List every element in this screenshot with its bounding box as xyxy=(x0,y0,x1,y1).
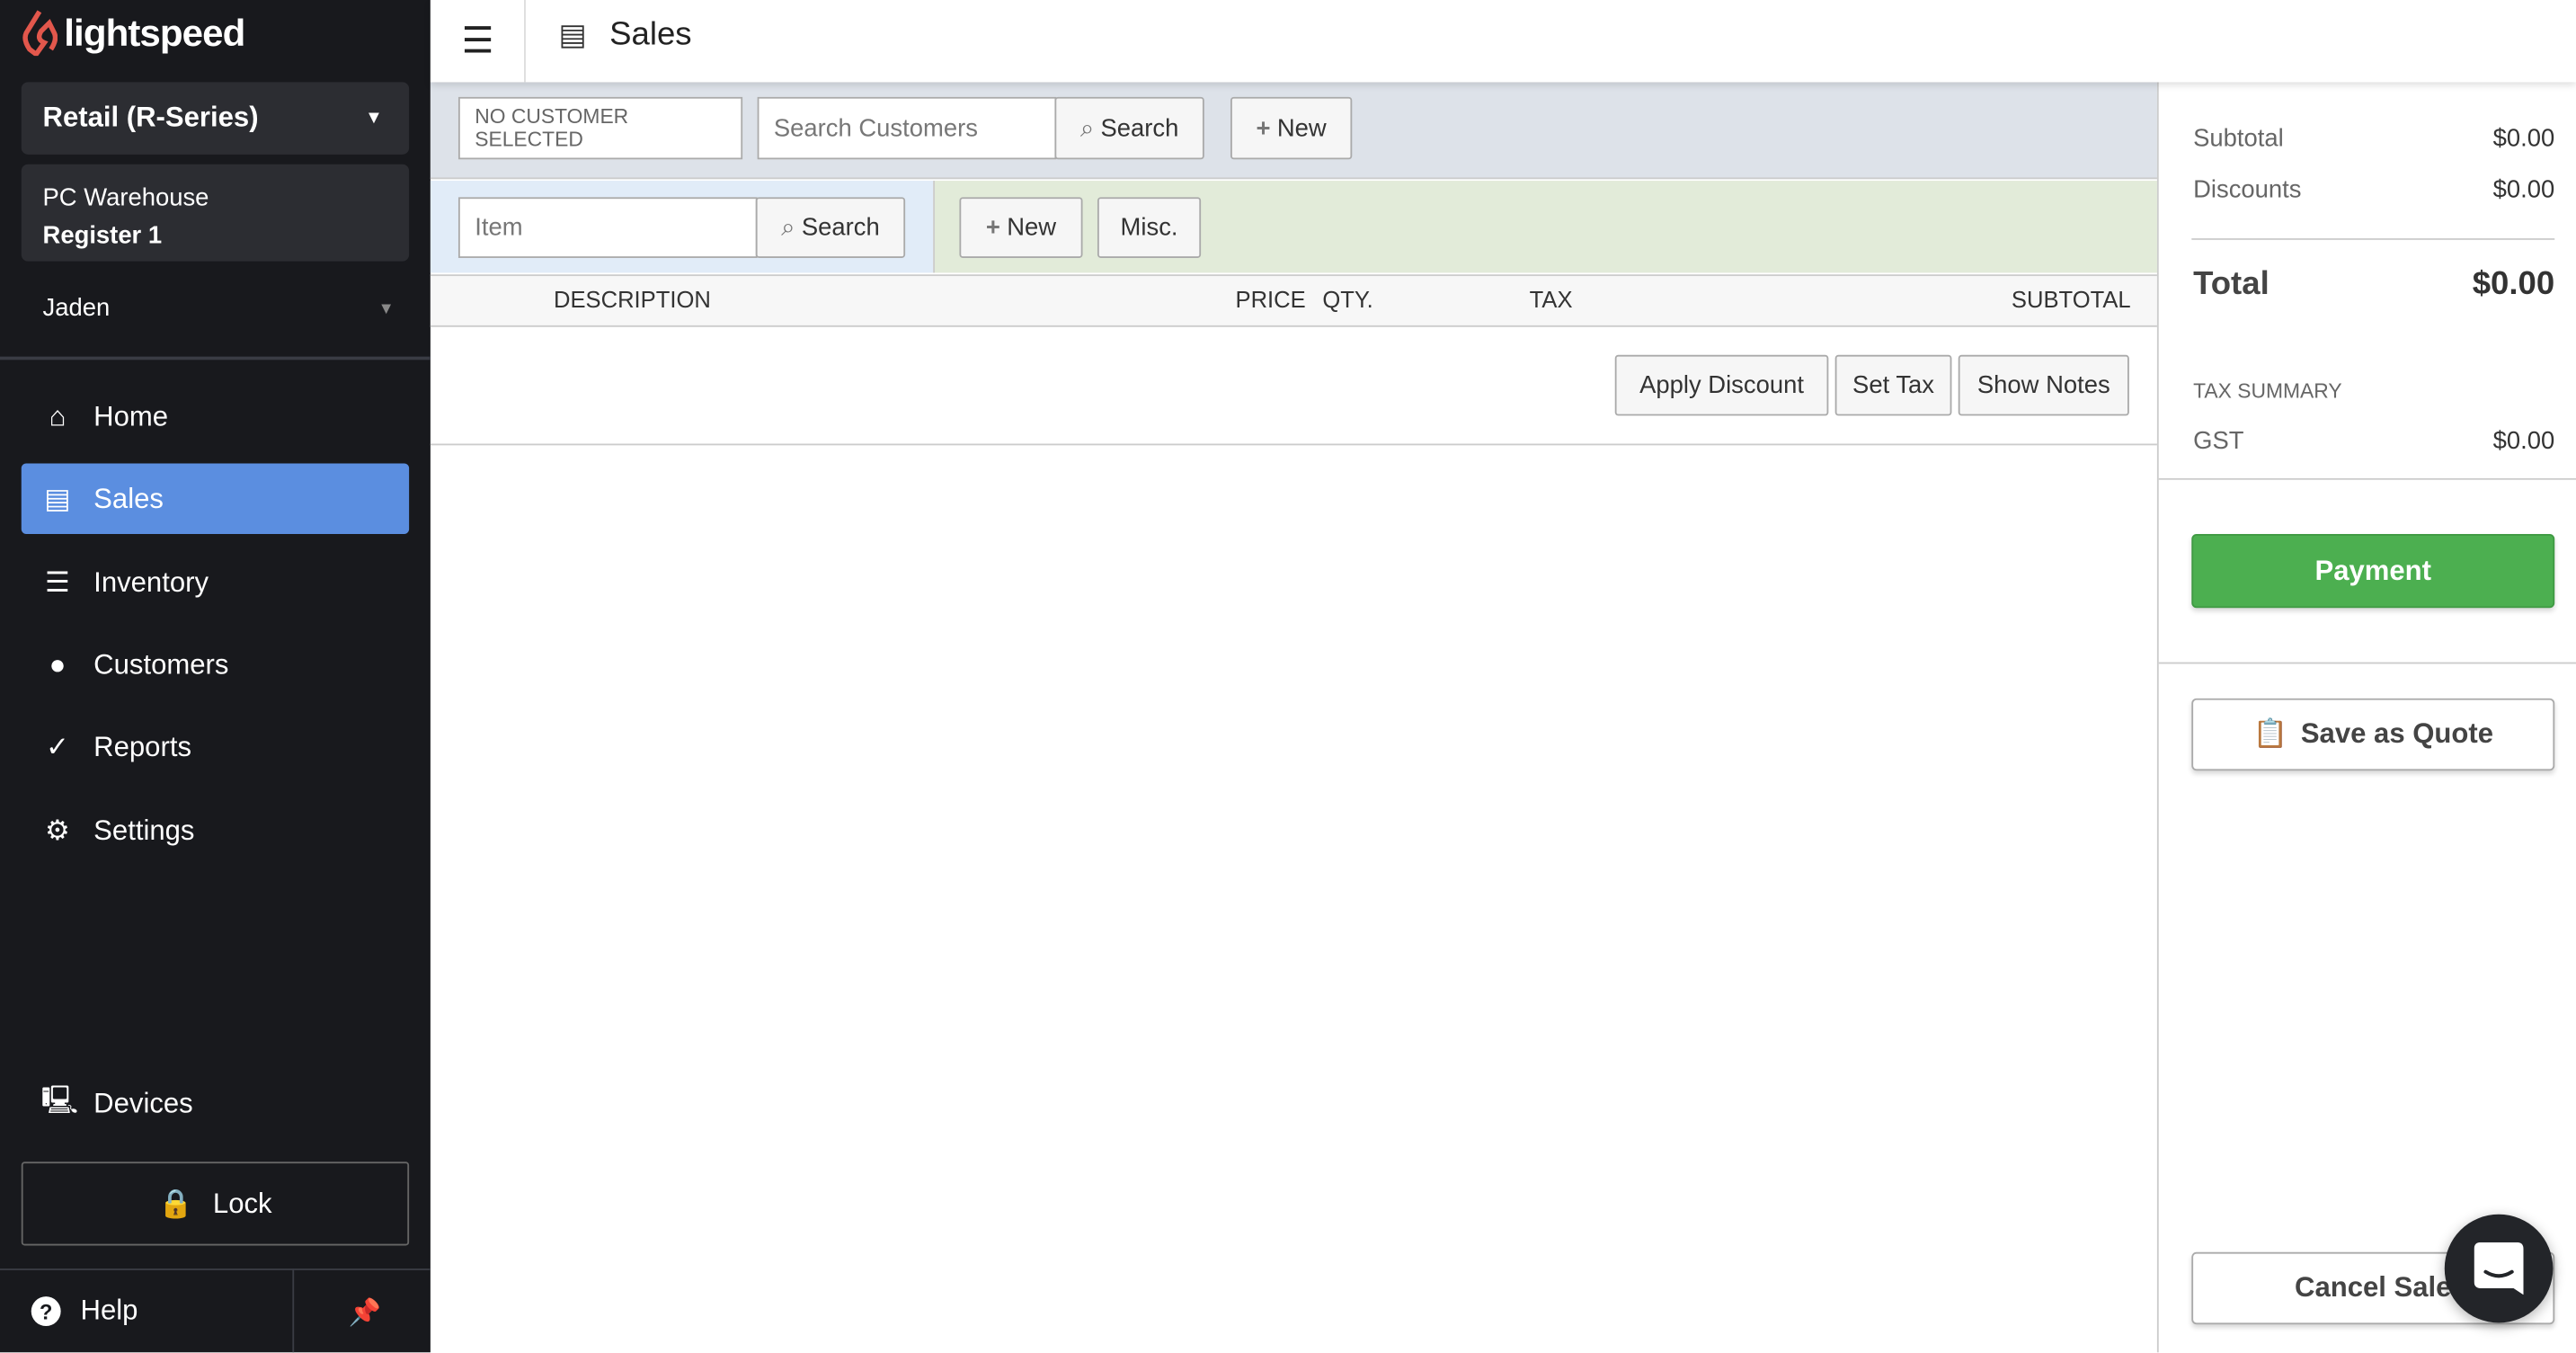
divider xyxy=(2158,477,2576,480)
new-customer-button[interactable]: + New xyxy=(1230,96,1353,160)
location-label: PC Warehouse xyxy=(42,183,209,212)
total-row: Total $0.00 xyxy=(2193,266,2554,304)
divider xyxy=(2158,662,2576,664)
sidebar-item-home[interactable]: ⌂ Home xyxy=(22,381,409,452)
set-tax-button[interactable]: Set Tax xyxy=(1834,354,1952,416)
devices-icon: 🖳 xyxy=(40,1084,79,1117)
chat-launcher-button[interactable] xyxy=(2444,1214,2554,1323)
page-title: Sales xyxy=(609,16,692,53)
chart-icon: ✓ xyxy=(45,730,69,762)
user-icon: ● xyxy=(49,648,67,680)
sidebar-item-label: Customers xyxy=(93,648,229,680)
flame-icon xyxy=(22,10,58,57)
gst-value: $0.00 xyxy=(2492,427,2555,456)
sidebar-item-inventory[interactable]: ☰ Inventory xyxy=(22,547,409,619)
sidebar-item-sales[interactable]: ▤ Sales xyxy=(21,463,410,535)
help-button[interactable]: ? Help xyxy=(31,1295,138,1328)
subtotal-value: $0.00 xyxy=(2492,124,2555,153)
gst-label: GST xyxy=(2193,427,2244,456)
total-value: $0.00 xyxy=(2472,266,2555,303)
register-label: Register 1 xyxy=(42,221,163,250)
item-search-input[interactable]: Item xyxy=(457,197,758,258)
column-subtotal: SUBTOTAL xyxy=(2011,286,2131,313)
sidebar-item-settings[interactable]: ⚙ Settings xyxy=(22,796,409,867)
hamburger-menu-icon[interactable]: ☰ xyxy=(462,20,494,63)
discounts-label: Discounts xyxy=(2193,175,2302,204)
sidebar-item-label: Inventory xyxy=(93,565,209,598)
column-price: PRICE xyxy=(1235,286,1306,313)
sidebar-item-label: Home xyxy=(93,400,169,432)
column-description: DESCRIPTION xyxy=(553,286,711,313)
divider xyxy=(0,1268,431,1270)
button-label: Search xyxy=(801,213,880,242)
search-customers-button[interactable]: ⌕ Search xyxy=(1054,96,1204,160)
sidebar-item-reports[interactable]: ✓ Reports xyxy=(22,711,409,782)
search-icon: ⌕ xyxy=(1079,114,1095,143)
home-icon: ⌂ xyxy=(49,400,67,432)
sidebar-item-label: Devices xyxy=(93,1087,193,1118)
inventory-icon: ☰ xyxy=(45,565,70,598)
no-customer-selected: NO CUSTOMER SELECTED xyxy=(457,96,743,160)
chat-icon xyxy=(2474,1242,2524,1295)
lock-icon: 🔒 xyxy=(158,1187,193,1219)
register-info: PC Warehouse Register 1 xyxy=(21,164,410,262)
user-name: Jaden xyxy=(42,294,111,323)
sidebar: lightspeed Retail (R-Series) ▼ PC Wareho… xyxy=(0,0,431,1353)
discounts-value: $0.00 xyxy=(2492,175,2555,204)
top-header: ☰ ▤ Sales xyxy=(430,0,2576,83)
divider xyxy=(0,356,431,361)
lightspeed-logo: lightspeed xyxy=(22,10,245,57)
caret-down-icon: ▼ xyxy=(364,108,383,129)
divider xyxy=(430,443,2157,446)
gst-row: GST $0.00 xyxy=(2193,427,2554,455)
clipboard-icon: 📋 xyxy=(2252,717,2288,750)
caret-down-icon: ▼ xyxy=(378,300,395,319)
tax-summary-label: TAX SUMMARY xyxy=(2193,379,2342,403)
search-icon: ⌕ xyxy=(781,213,795,242)
button-label: Search xyxy=(1100,114,1179,143)
sidebar-item-customers[interactable]: ● Customers xyxy=(22,629,409,700)
button-label: New xyxy=(1276,114,1327,143)
divider xyxy=(2156,82,2159,1353)
pin-icon[interactable]: 📌 xyxy=(348,1296,380,1330)
brand-name: lightspeed xyxy=(64,10,245,54)
divider xyxy=(2191,238,2555,240)
show-notes-button[interactable]: Show Notes xyxy=(1958,354,2129,416)
product-label: Retail (R-Series) xyxy=(42,102,259,134)
item-search-button[interactable]: ⌕ Search xyxy=(755,197,906,258)
payment-button[interactable]: Payment xyxy=(2191,534,2555,609)
user-dropdown[interactable]: Jaden ▼ xyxy=(43,294,395,322)
total-label: Total xyxy=(2193,266,2270,303)
cash-register-icon: ▤ xyxy=(558,18,587,51)
misc-button[interactable]: Misc. xyxy=(1097,197,1202,258)
discounts-row: Discounts $0.00 xyxy=(2193,176,2554,204)
sidebar-item-label: Sales xyxy=(93,482,164,514)
help-icon: ? xyxy=(31,1296,61,1327)
sidebar-item-devices[interactable]: 🖳 Devices xyxy=(22,1068,409,1139)
divider xyxy=(524,0,526,83)
apply-discount-button[interactable]: Apply Discount xyxy=(1614,354,1829,416)
button-label: New xyxy=(1007,213,1057,242)
sidebar-item-label: Reports xyxy=(93,730,191,762)
save-as-quote-button[interactable]: 📋 Save as Quote xyxy=(2191,698,2555,771)
button-label: Save as Quote xyxy=(2300,717,2494,750)
column-tax: TAX xyxy=(1529,286,1573,313)
search-customers-input[interactable]: Search Customers xyxy=(757,96,1057,160)
subtotal-row: Subtotal $0.00 xyxy=(2193,125,2554,153)
cash-register-icon: ▤ xyxy=(44,482,71,514)
help-label: Help xyxy=(80,1295,138,1327)
lock-label: Lock xyxy=(212,1187,272,1219)
sidebar-item-label: Settings xyxy=(93,814,195,846)
plus-icon: + xyxy=(1256,114,1271,143)
column-qty: QTY. xyxy=(1322,286,1373,313)
new-item-button[interactable]: + New xyxy=(959,197,1083,258)
plus-icon: + xyxy=(985,213,1000,242)
tax-summary-heading: TAX SUMMARY xyxy=(2193,379,2554,403)
gear-icon: ⚙ xyxy=(45,814,70,846)
divider xyxy=(292,1268,295,1353)
subtotal-label: Subtotal xyxy=(2193,124,2284,153)
lock-button[interactable]: 🔒 Lock xyxy=(21,1162,410,1246)
product-dropdown[interactable]: Retail (R-Series) ▼ xyxy=(21,82,410,155)
